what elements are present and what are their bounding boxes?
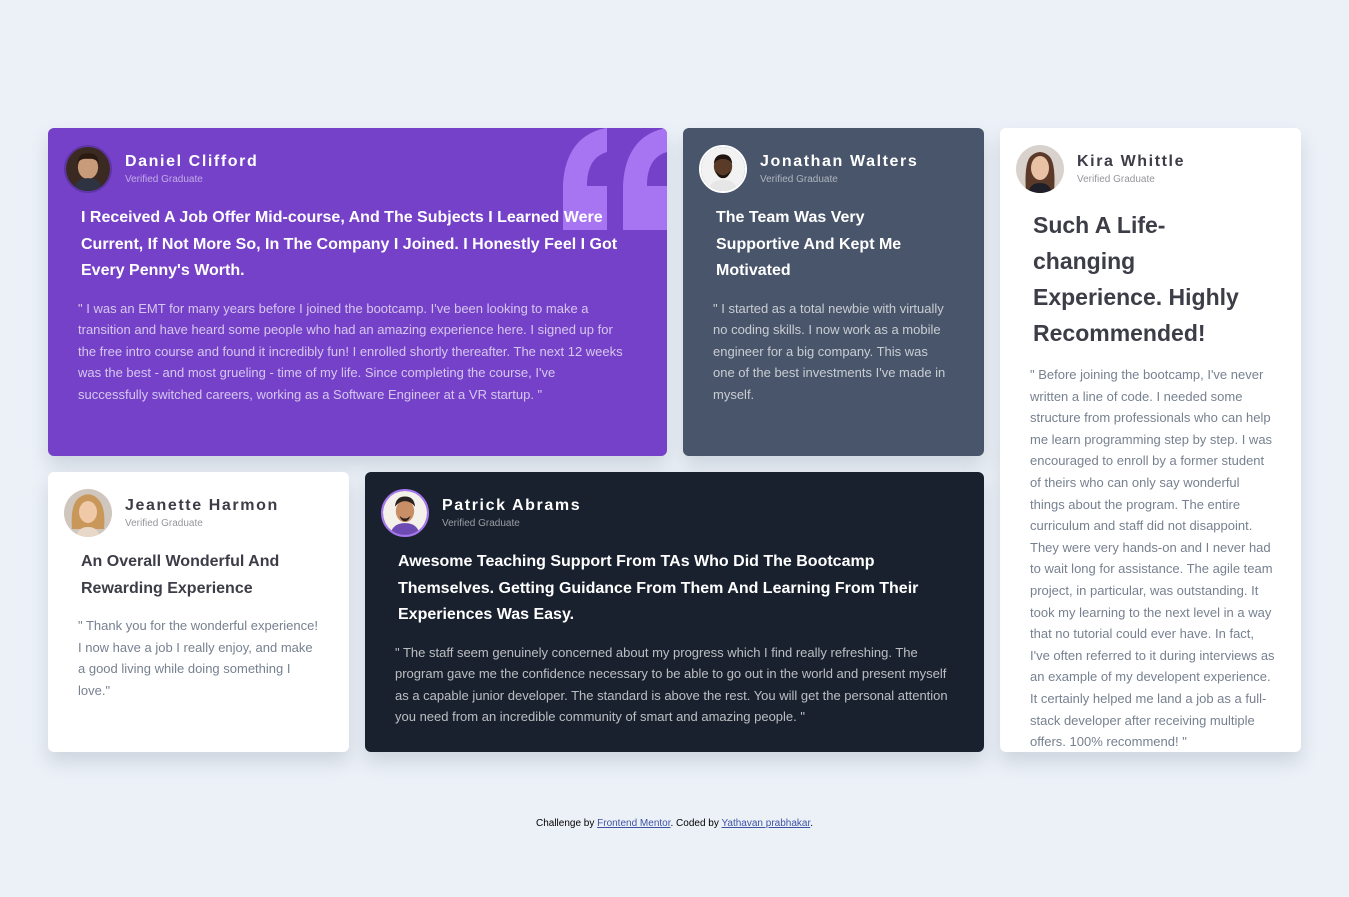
- footer-middle: . Coded by: [670, 818, 722, 829]
- frontend-mentor-link[interactable]: Frontend Mentor: [597, 818, 670, 829]
- testimonial-card-daniel: Daniel Clifford Verified Graduate I Rece…: [48, 128, 667, 456]
- footer-prefix: Challenge by: [535, 818, 598, 829]
- avatar: [1016, 145, 1064, 193]
- testimonial-headline: An Overall Wonderful And Rewarding Exper…: [81, 553, 280, 597]
- avatar: [381, 489, 429, 537]
- author-role: Verified Graduate: [442, 517, 520, 529]
- testimonial-headline: Awesome Teaching Support From TAs Who Di…: [398, 553, 919, 623]
- avatar: [64, 145, 112, 193]
- testimonial-body: " I was an EMT for many years before I j…: [78, 300, 623, 402]
- author-role: Verified Graduate: [125, 517, 203, 529]
- author-name: Patrick Abrams: [442, 496, 582, 514]
- author-link[interactable]: Yathavan prabhakar: [721, 818, 810, 829]
- avatar: [64, 489, 112, 537]
- avatar: [699, 145, 747, 193]
- testimonial-headline: Such A Life-changing Experience. Highly …: [1033, 212, 1239, 346]
- testimonial-body: " Thank you for the wonderful experience…: [78, 618, 318, 698]
- testimonial-card-kira: Kira Whittle Verified Graduate Such A Li…: [1000, 128, 1301, 752]
- testimonial-headline: I Received A Job Offer Mid-course, And T…: [81, 209, 618, 279]
- testimonial-card-patrick: Patrick Abrams Verified Graduate Awesome…: [365, 472, 984, 752]
- author-role: Verified Graduate: [760, 173, 838, 185]
- testimonial-body: " Before joining the bootcamp, I've neve…: [1030, 367, 1275, 750]
- author-role: Verified Graduate: [125, 173, 203, 185]
- testimonial-card-jeanette: Jeanette Harmon Verified Graduate An Ove…: [48, 472, 349, 752]
- attribution-footer: Challenge by Frontend Mentor. Coded by Y…: [0, 818, 1349, 829]
- author-name: Kira Whittle: [1077, 152, 1186, 170]
- footer-suffix: .: [810, 818, 814, 829]
- testimonial-body: " I started as a total newbie with virtu…: [713, 300, 946, 402]
- testimonial-card-jonathan: Jonathan Walters Verified Graduate The T…: [683, 128, 984, 456]
- testimonial-body: " The staff seem genuinely concerned abo…: [395, 644, 948, 725]
- author-name: Daniel Clifford: [125, 152, 259, 170]
- testimonials-grid: Daniel Clifford Verified Graduate I Rece…: [48, 128, 1301, 752]
- author-name: Jonathan Walters: [760, 152, 919, 170]
- author-role: Verified Graduate: [1077, 173, 1155, 185]
- testimonial-headline: The Team Was Very Supportive And Kept Me…: [716, 209, 902, 279]
- author-name: Jeanette Harmon: [125, 496, 279, 514]
